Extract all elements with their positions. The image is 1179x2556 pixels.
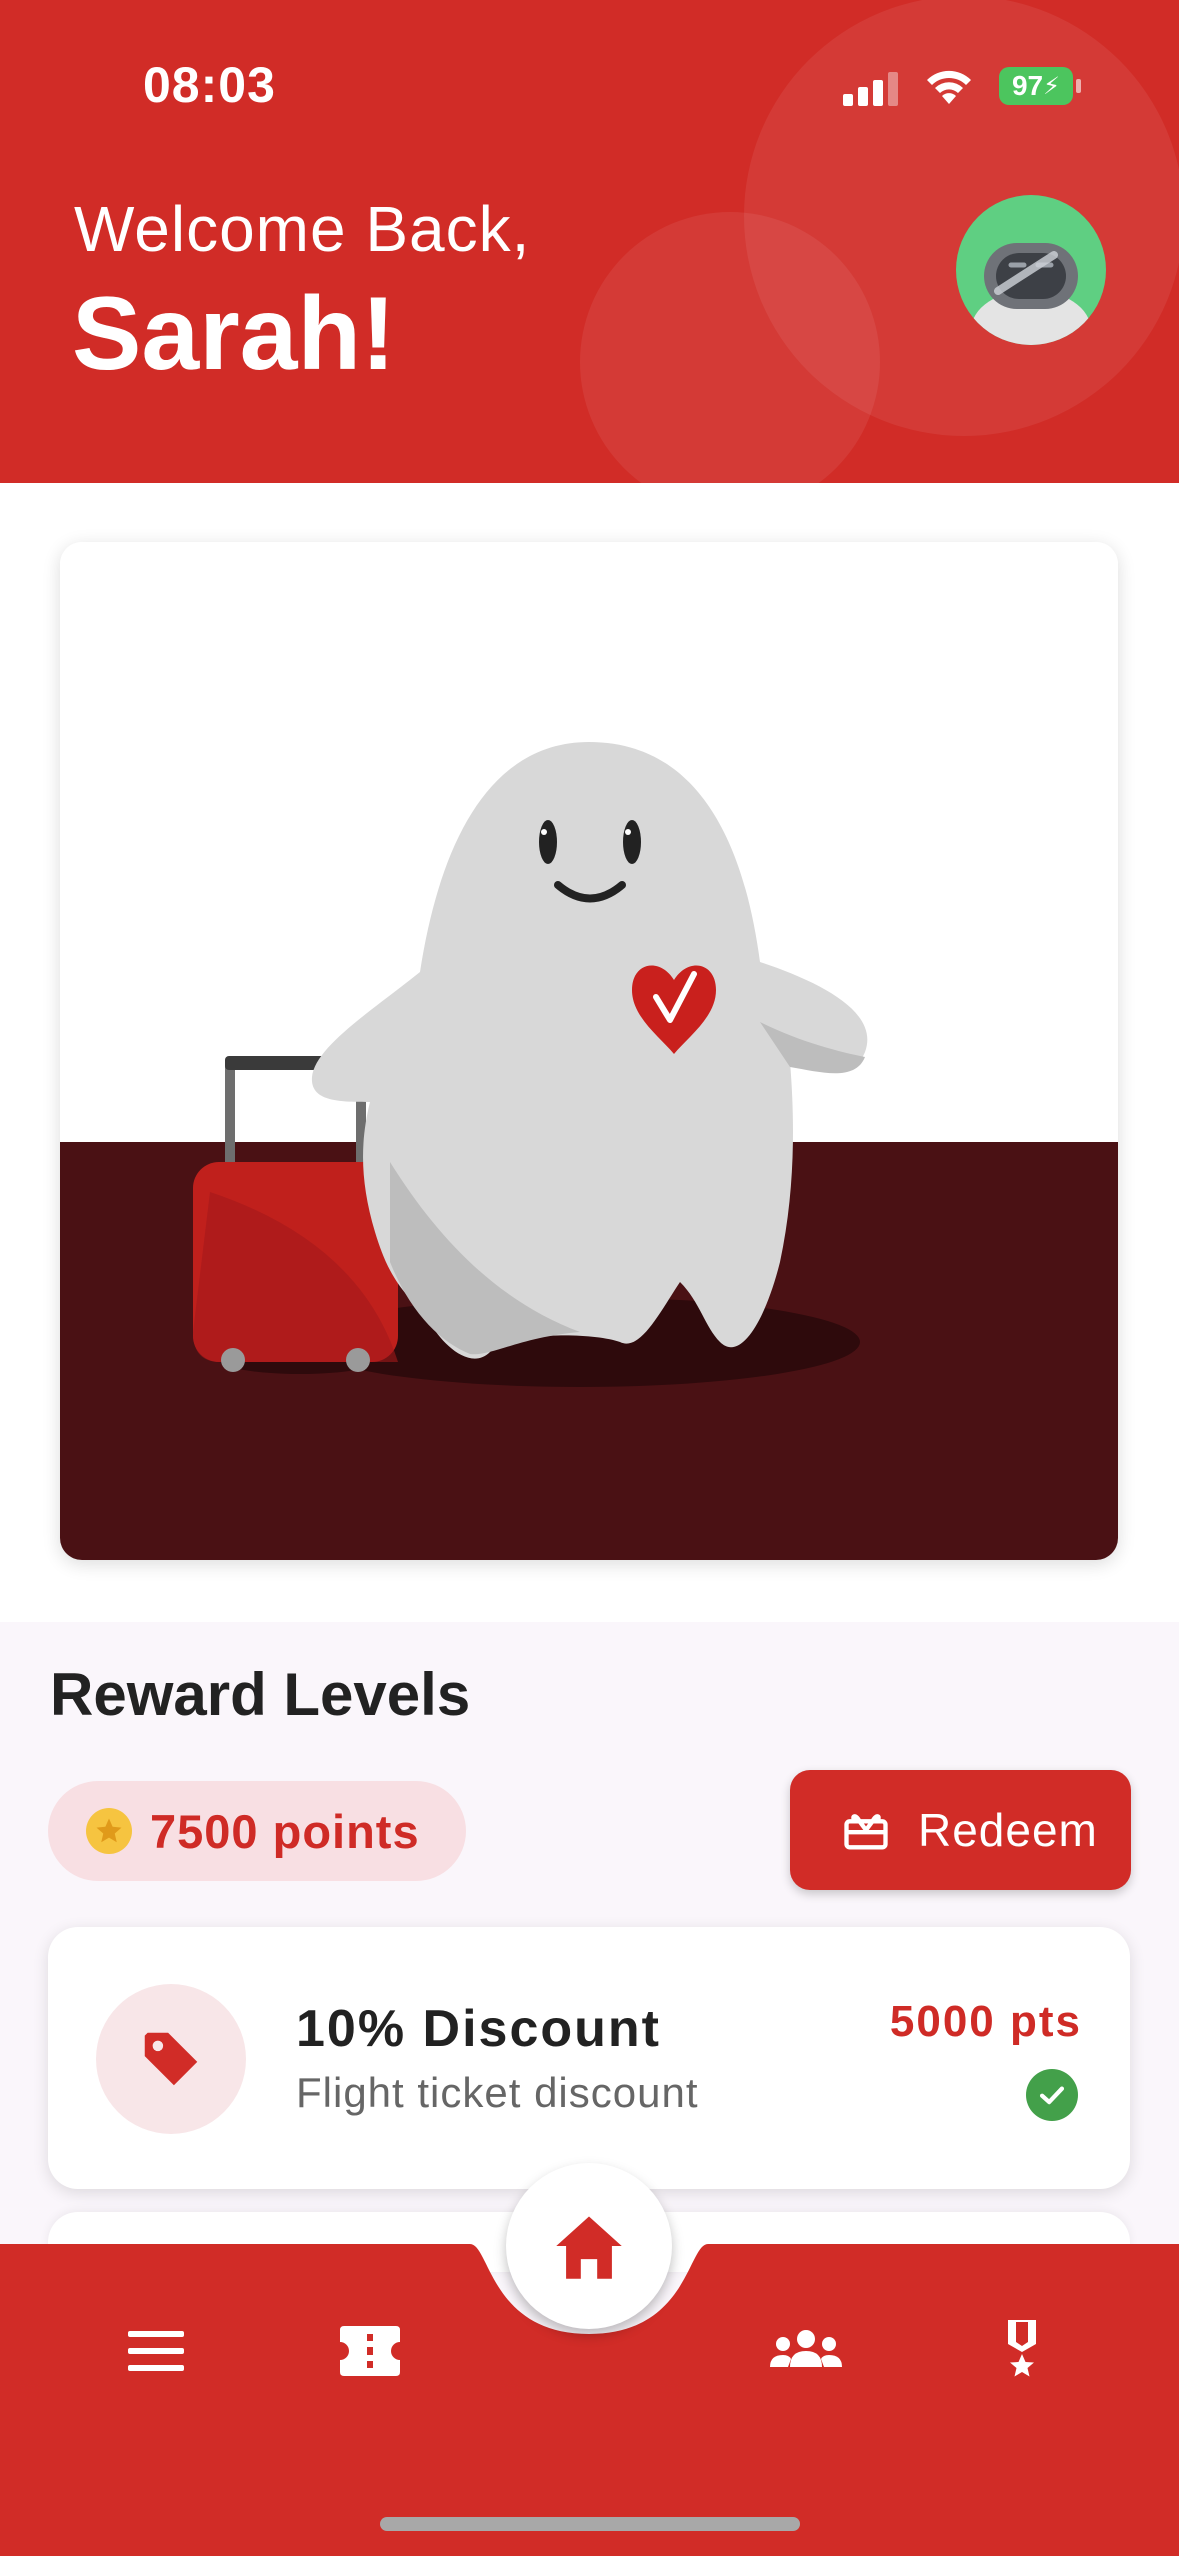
- battery-charging-icon: 97 ⚡: [999, 67, 1073, 105]
- robot-avatar-icon: [971, 243, 1091, 345]
- status-icons: 97 ⚡: [843, 62, 1083, 112]
- redeem-button[interactable]: Redeem: [790, 1770, 1131, 1890]
- user-name: Sarah!: [72, 276, 396, 392]
- home-icon: [556, 2216, 622, 2279]
- section-title: Reward Levels: [50, 1661, 471, 1728]
- reward-points: 5000 pts: [889, 1997, 1082, 2046]
- battery-tip: [1076, 79, 1081, 93]
- battery-level: 97: [1011, 70, 1044, 101]
- check-circle-icon: [1026, 2069, 1078, 2121]
- tag-icon: [96, 1984, 246, 2134]
- points-value: 7500 points: [150, 1804, 420, 1858]
- nav-home-button[interactable]: [506, 2163, 672, 2329]
- group-icon: [770, 2330, 842, 2367]
- reward-subtitle: Flight ticket discount: [296, 2069, 699, 2116]
- nav-community-button[interactable]: [766, 2316, 846, 2386]
- menu-icon: [128, 2331, 184, 2371]
- gift-card-icon: [844, 1814, 888, 1850]
- hero-illustration-card: [60, 542, 1118, 1560]
- wifi-icon: [927, 70, 971, 104]
- medal-icon: [1008, 2320, 1036, 2377]
- star-icon: [86, 1808, 132, 1854]
- nav-menu-button[interactable]: [116, 2316, 196, 2386]
- ticket-icon: [340, 2326, 400, 2376]
- welcome-text: Welcome Back,: [74, 193, 531, 265]
- app-header: 08:03 97 ⚡ Welcome Back, Sarah!: [0, 0, 1179, 483]
- reward-item[interactable]: 10% Discount Flight ticket discount 5000…: [48, 1927, 1130, 2189]
- status-time: 08:03: [143, 57, 276, 113]
- user-avatar[interactable]: [956, 195, 1106, 345]
- nav-rewards-button[interactable]: [982, 2310, 1062, 2390]
- reward-title: 10% Discount: [296, 2000, 661, 2058]
- cellular-signal-icon: [843, 72, 898, 106]
- home-indicator: [380, 2517, 800, 2531]
- points-badge: 7500 points: [48, 1781, 466, 1881]
- nav-tickets-button[interactable]: [330, 2316, 410, 2386]
- ghost-mascot-with-suitcase-illustration: [60, 542, 1118, 1560]
- redeem-label: Redeem: [918, 1804, 1098, 1856]
